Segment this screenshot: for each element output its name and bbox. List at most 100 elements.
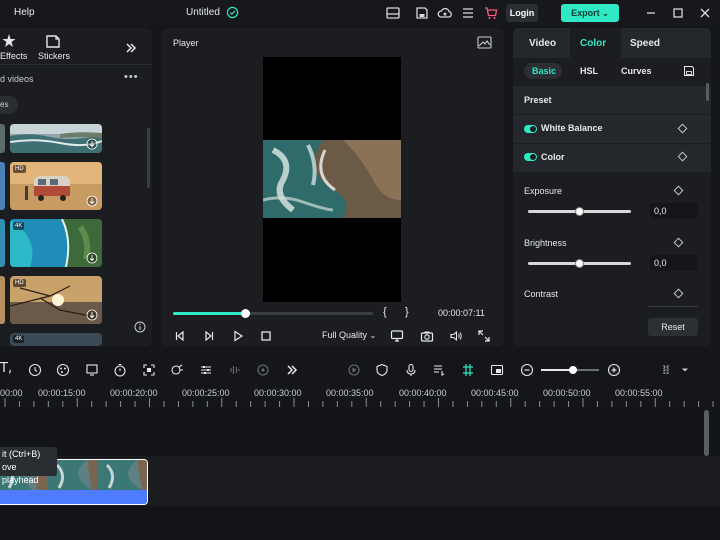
step-back-icon[interactable] bbox=[173, 329, 187, 343]
cloud-upload-icon[interactable] bbox=[437, 5, 453, 21]
download-icon[interactable] bbox=[86, 195, 98, 207]
fit-frame-icon[interactable] bbox=[142, 363, 156, 377]
tab-video[interactable]: Video bbox=[529, 38, 556, 49]
keyframe-diamond-icon[interactable] bbox=[673, 185, 684, 196]
video-preview[interactable] bbox=[263, 57, 401, 302]
fullscreen-icon[interactable] bbox=[477, 329, 491, 343]
download-icon[interactable] bbox=[86, 138, 98, 150]
tab-speed[interactable]: Speed bbox=[630, 38, 660, 49]
step-forward-icon[interactable] bbox=[202, 329, 216, 343]
subtab-curves[interactable]: Curves bbox=[621, 66, 652, 76]
render-icon bbox=[348, 364, 360, 376]
chevron-down-icon: ⌄ bbox=[602, 9, 609, 18]
mask-icon[interactable] bbox=[170, 363, 184, 377]
filter-chip[interactable]: es bbox=[0, 96, 18, 114]
double-chevron-right-icon[interactable] bbox=[285, 363, 299, 377]
crop-icon[interactable] bbox=[85, 363, 99, 377]
layout-icon[interactable] bbox=[385, 5, 401, 21]
download-icon[interactable] bbox=[86, 252, 98, 264]
save-preset-icon[interactable] bbox=[683, 65, 695, 77]
playback-progress[interactable] bbox=[173, 309, 373, 318]
stickers-icon[interactable] bbox=[44, 32, 62, 50]
close-icon[interactable] bbox=[697, 5, 713, 21]
thumbnail-partial[interactable] bbox=[0, 219, 5, 267]
timer-icon[interactable] bbox=[113, 363, 127, 377]
thumbnail-ocean[interactable] bbox=[10, 124, 102, 153]
adjust-sliders-icon[interactable] bbox=[199, 363, 213, 377]
quality-badge: HD bbox=[13, 279, 26, 287]
thumbnail-sunset[interactable]: HD bbox=[10, 276, 102, 324]
minimize-icon[interactable] bbox=[643, 5, 659, 21]
snap-grid-icon[interactable] bbox=[461, 363, 475, 377]
snapshot-camera-icon[interactable] bbox=[420, 329, 434, 343]
project-title[interactable]: Untitled bbox=[186, 7, 220, 18]
double-chevron-right-icon[interactable] bbox=[124, 41, 138, 55]
color-palette-icon[interactable] bbox=[56, 363, 70, 377]
subtab-hsl[interactable]: HSL bbox=[580, 66, 598, 76]
login-button[interactable]: Login bbox=[506, 4, 538, 22]
ruler-label: 00:00:25:00 bbox=[182, 388, 230, 398]
zoom-out-icon[interactable] bbox=[520, 363, 534, 377]
shield-icon[interactable] bbox=[375, 363, 389, 377]
reset-button[interactable]: Reset bbox=[648, 318, 698, 336]
scrollbar[interactable] bbox=[706, 83, 709, 101]
keyframe-diamond-icon[interactable] bbox=[673, 288, 684, 299]
scrollbar[interactable] bbox=[704, 410, 709, 456]
play-icon[interactable] bbox=[231, 329, 245, 343]
pip-icon[interactable] bbox=[490, 363, 504, 377]
thumbnail-partial[interactable] bbox=[0, 276, 5, 324]
download-icon[interactable] bbox=[86, 309, 98, 321]
tooltip-line-1: it (Ctrl+B) bbox=[2, 449, 41, 459]
ruler-label: 00:00:15:00 bbox=[38, 388, 86, 398]
save-icon[interactable] bbox=[414, 5, 430, 21]
thumbnail-partial[interactable] bbox=[0, 124, 5, 153]
ruler-label: 00:00:55:00 bbox=[615, 388, 663, 398]
brightness-value[interactable]: 0,0 bbox=[650, 255, 698, 271]
quality-dropdown[interactable]: Full Quality ⌄ bbox=[322, 330, 376, 340]
tab-effects[interactable]: Effects bbox=[0, 51, 27, 61]
microphone-icon[interactable] bbox=[404, 363, 418, 377]
zoom-slider[interactable] bbox=[541, 366, 599, 374]
mark-in-brace[interactable]: { bbox=[383, 306, 387, 318]
zoom-slider-knob[interactable] bbox=[568, 366, 577, 374]
video-frame bbox=[263, 140, 401, 218]
zoom-in-icon[interactable] bbox=[607, 363, 621, 377]
playhead-knob[interactable] bbox=[241, 309, 250, 318]
thumbnail-partial[interactable] bbox=[0, 162, 5, 210]
exposure-value[interactable]: 0,0 bbox=[650, 203, 698, 219]
display-icon[interactable] bbox=[390, 329, 404, 343]
chevron-down-icon[interactable] bbox=[678, 363, 692, 377]
voiceover-list-icon[interactable] bbox=[432, 363, 446, 377]
effects-icon[interactable] bbox=[0, 32, 18, 50]
help-menu[interactable]: Help bbox=[14, 7, 35, 18]
maximize-icon[interactable] bbox=[670, 5, 686, 21]
tab-color[interactable]: Color bbox=[580, 38, 606, 49]
tab-stickers[interactable]: Stickers bbox=[38, 51, 70, 61]
info-icon[interactable] bbox=[134, 321, 146, 333]
white-balance-toggle[interactable] bbox=[524, 125, 537, 133]
thumbnail-coast[interactable]: 4K bbox=[10, 219, 102, 267]
scrollbar[interactable] bbox=[147, 128, 150, 188]
cart-icon[interactable] bbox=[483, 5, 499, 21]
subtab-basic[interactable]: Basic bbox=[532, 66, 556, 76]
menu-list-icon[interactable] bbox=[460, 5, 476, 21]
layout-grid-icon[interactable] bbox=[660, 363, 674, 377]
brightness-slider[interactable] bbox=[528, 259, 631, 268]
text-tool-icon[interactable]: T, bbox=[0, 361, 12, 376]
exposure-slider[interactable] bbox=[528, 207, 631, 216]
thumbnail-van[interactable]: HD bbox=[10, 162, 102, 210]
export-button[interactable]: Export ⌄ bbox=[561, 4, 619, 22]
saved-check-icon bbox=[226, 6, 239, 19]
exposure-slider-knob[interactable] bbox=[574, 207, 584, 216]
volume-icon[interactable] bbox=[449, 329, 463, 343]
keyframe-diamond-icon[interactable] bbox=[673, 237, 684, 248]
image-icon[interactable] bbox=[477, 36, 492, 49]
mark-out-brace[interactable]: } bbox=[405, 306, 409, 318]
stop-icon[interactable] bbox=[259, 329, 273, 343]
more-options-icon[interactable]: ••• bbox=[124, 71, 139, 83]
brightness-slider-knob[interactable] bbox=[574, 259, 584, 268]
timeline-ruler[interactable]: 00:00 00:00:15:00 00:00:20:00 00:00:25:0… bbox=[0, 384, 720, 410]
color-toggle[interactable] bbox=[524, 153, 537, 161]
speed-icon[interactable] bbox=[28, 363, 42, 377]
thumbnail-partial-bottom[interactable]: 4K bbox=[10, 333, 102, 346]
